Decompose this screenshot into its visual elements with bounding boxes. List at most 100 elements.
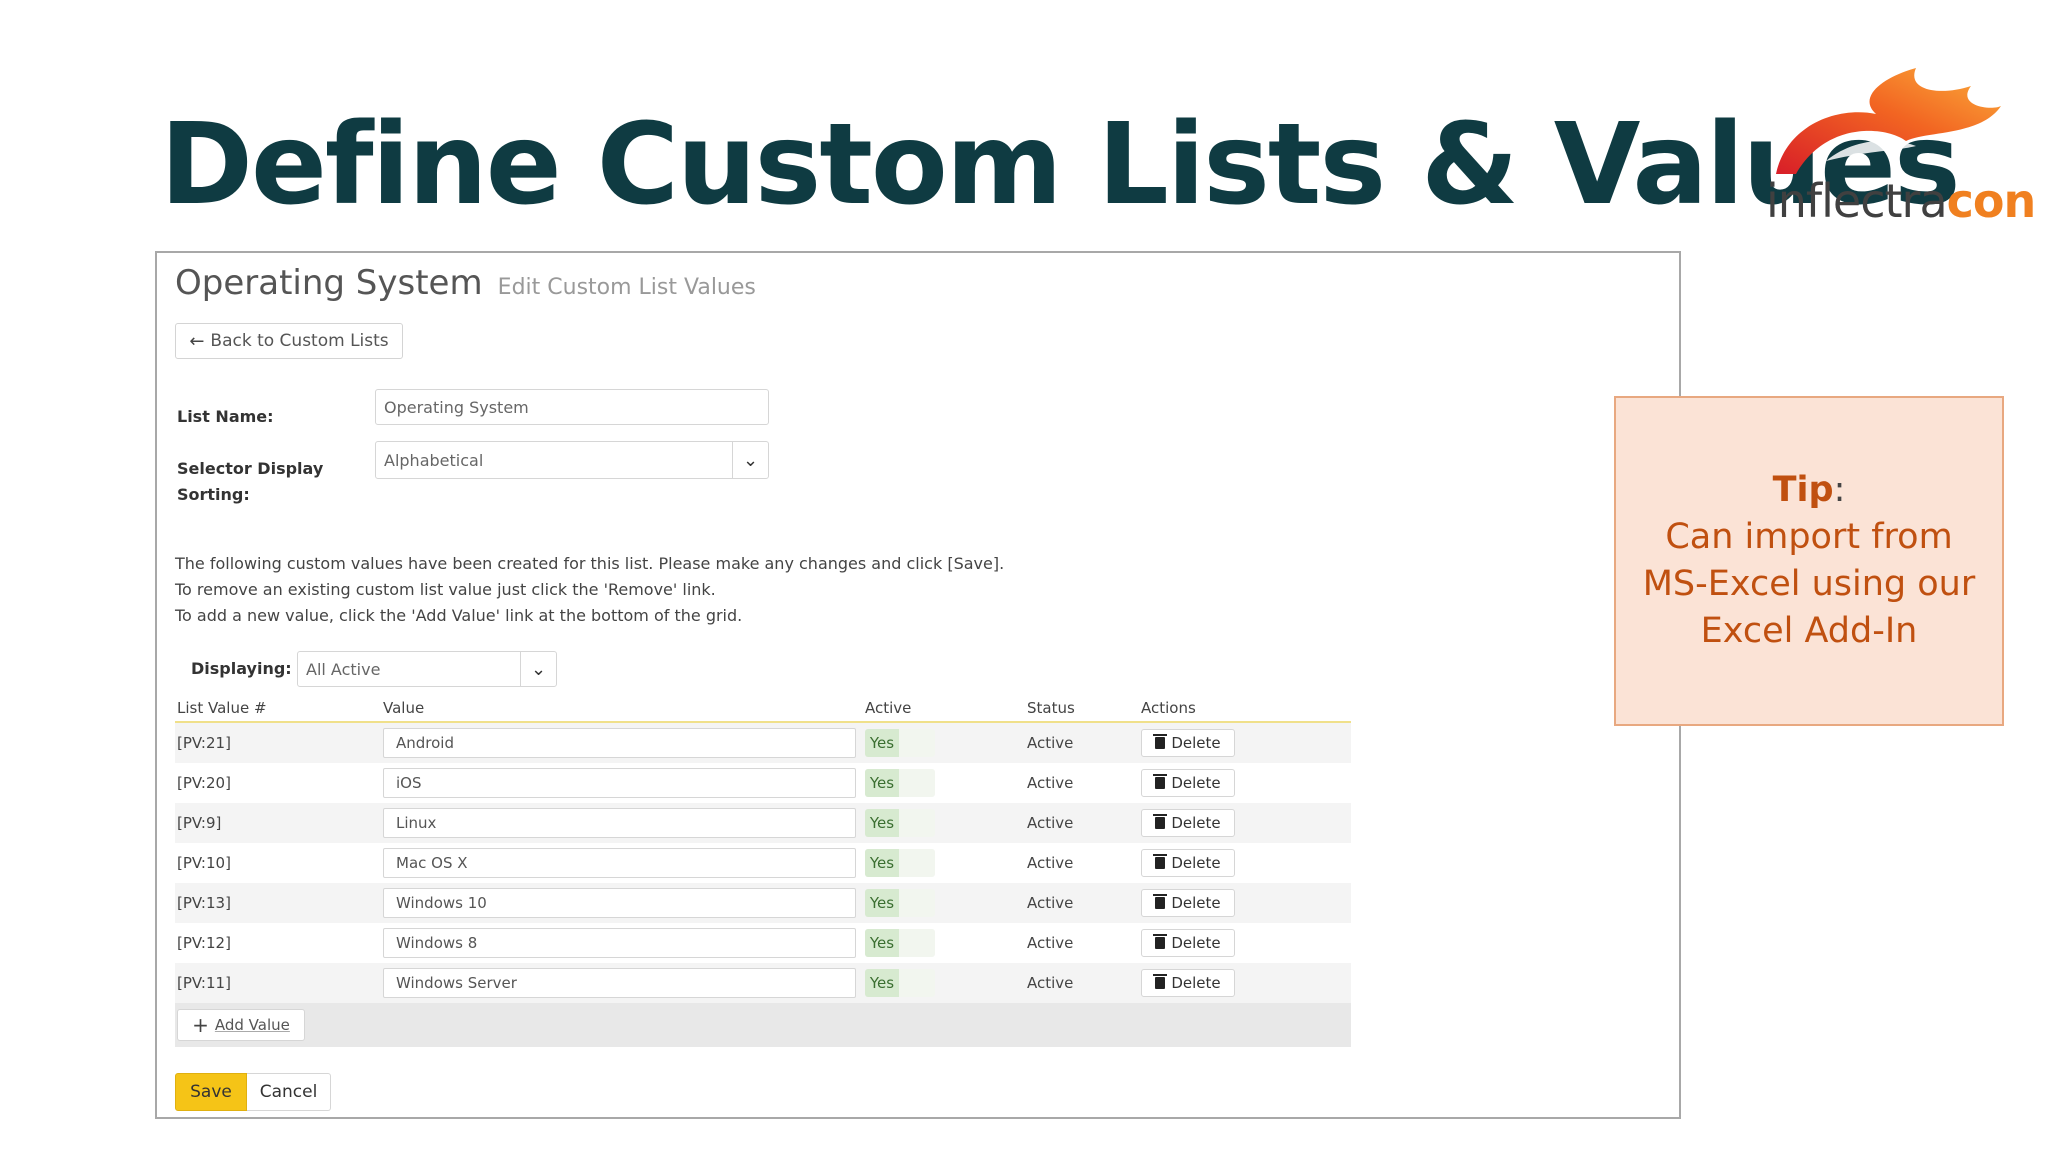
active-toggle[interactable]: Yes xyxy=(865,769,935,797)
cancel-button[interactable]: Cancel xyxy=(247,1073,331,1111)
flame-logo-icon xyxy=(1776,68,2001,174)
value-input[interactable]: iOS xyxy=(383,768,856,798)
list-value-id: [PV:9] xyxy=(177,814,222,832)
trash-icon xyxy=(1153,774,1168,789)
slide-title: Define Custom Lists & Values xyxy=(160,100,1961,230)
active-toggle-label: Yes xyxy=(865,969,899,997)
chevron-down-icon: ⌄ xyxy=(732,442,768,478)
chevron-down-icon: ⌄ xyxy=(520,652,556,686)
logo-text: inflectracon xyxy=(1766,174,2037,228)
active-toggle-label: Yes xyxy=(865,929,899,957)
table-row: [PV:11] Windows Server Yes Active Delete xyxy=(175,963,1351,1003)
active-toggle-label: Yes xyxy=(865,769,899,797)
table-row: [PV:21] Android Yes Active Delete xyxy=(175,723,1351,763)
logo-text-part2: con xyxy=(1946,174,2037,228)
delete-button-label: Delete xyxy=(1171,734,1221,752)
page-subtitle: Edit Custom List Values xyxy=(497,275,756,300)
trash-icon xyxy=(1153,814,1168,829)
custom-values-grid: List Value # Value Active Status Actions… xyxy=(175,697,1351,1047)
delete-button-label: Delete xyxy=(1171,854,1221,872)
app-screenshot-panel: Operating System Edit Custom List Values… xyxy=(155,251,1681,1119)
instruction-line: The following custom values have been cr… xyxy=(175,554,1005,573)
trash-icon xyxy=(1153,854,1168,869)
value-input[interactable]: Linux xyxy=(383,808,856,838)
back-to-custom-lists-button[interactable]: ← Back to Custom Lists xyxy=(175,323,403,359)
status-text: Active xyxy=(1027,974,1074,992)
delete-button[interactable]: Delete xyxy=(1141,889,1235,917)
table-row: [PV:9] Linux Yes Active Delete xyxy=(175,803,1351,843)
active-toggle-label: Yes xyxy=(865,849,899,877)
sorting-label-line2: Sorting: xyxy=(177,485,250,504)
displaying-select[interactable]: All Active ⌄ xyxy=(297,651,557,687)
active-toggle[interactable]: Yes xyxy=(865,849,935,877)
active-toggle[interactable]: Yes xyxy=(865,889,935,917)
page-title: Operating System xyxy=(175,263,483,303)
column-header: Status xyxy=(1027,699,1075,717)
status-text: Active xyxy=(1027,934,1074,952)
active-toggle-label: Yes xyxy=(865,809,899,837)
instructions: The following custom values have been cr… xyxy=(175,551,1004,629)
table-row: [PV:12] Windows 8 Yes Active Delete xyxy=(175,923,1351,963)
table-row: [PV:10] Mac OS X Yes Active Delete xyxy=(175,843,1351,883)
trash-icon xyxy=(1153,734,1168,749)
displaying-label: Displaying: xyxy=(191,659,292,678)
add-value-button[interactable]: + Add Value xyxy=(177,1009,305,1041)
table-row: [PV:13] Windows 10 Yes Active Delete xyxy=(175,883,1351,923)
column-header: List Value # xyxy=(177,699,267,717)
status-text: Active xyxy=(1027,774,1074,792)
sorting-select[interactable]: Alphabetical ⌄ xyxy=(375,441,769,479)
grid-header: List Value # Value Active Status Actions xyxy=(175,697,1351,723)
value-input[interactable]: Mac OS X xyxy=(383,848,856,878)
active-toggle[interactable]: Yes xyxy=(865,929,935,957)
list-value-id: [PV:20] xyxy=(177,774,231,792)
sorting-label-line1: Selector Display xyxy=(177,459,324,478)
active-toggle[interactable]: Yes xyxy=(865,969,935,997)
status-text: Active xyxy=(1027,894,1074,912)
sorting-select-value: Alphabetical xyxy=(384,450,484,470)
grid-footer: + Add Value xyxy=(175,1003,1351,1047)
active-toggle[interactable]: Yes xyxy=(865,809,935,837)
save-button[interactable]: Save xyxy=(175,1073,247,1111)
tip-title: Tip: xyxy=(1773,467,1846,514)
delete-button-label: Delete xyxy=(1171,934,1221,952)
value-input[interactable]: Android xyxy=(383,728,856,758)
delete-button-label: Delete xyxy=(1171,814,1221,832)
instruction-line: To add a new value, click the 'Add Value… xyxy=(175,606,743,625)
trash-icon xyxy=(1153,974,1168,989)
tip-colon: : xyxy=(1833,470,1846,510)
instruction-line: To remove an existing custom list value … xyxy=(175,580,716,599)
value-input[interactable]: Windows 8 xyxy=(383,928,856,958)
arrow-left-icon: ← xyxy=(189,330,205,352)
list-value-id: [PV:13] xyxy=(177,894,231,912)
delete-button[interactable]: Delete xyxy=(1141,769,1235,797)
list-name-input[interactable]: Operating System xyxy=(375,389,769,425)
list-value-id: [PV:11] xyxy=(177,974,231,992)
column-header: Active xyxy=(865,699,912,717)
value-input[interactable]: Windows 10 xyxy=(383,888,856,918)
active-toggle-label: Yes xyxy=(865,889,899,917)
tip-line: Excel Add-In xyxy=(1700,611,1918,651)
status-text: Active xyxy=(1027,854,1074,872)
trash-icon xyxy=(1153,934,1168,949)
value-input[interactable]: Windows Server xyxy=(383,968,856,998)
delete-button[interactable]: Delete xyxy=(1141,929,1235,957)
tip-line: Can import from xyxy=(1665,517,1953,557)
add-value-label: Add Value xyxy=(214,1016,290,1034)
delete-button[interactable]: Delete xyxy=(1141,809,1235,837)
inflectracon-logo: inflectracon xyxy=(1766,66,2036,236)
displaying-select-value: All Active xyxy=(306,659,381,679)
delete-button-label: Delete xyxy=(1171,974,1221,992)
delete-button[interactable]: Delete xyxy=(1141,969,1235,997)
status-text: Active xyxy=(1027,734,1074,752)
list-name-label: List Name: xyxy=(177,407,274,426)
active-toggle-label: Yes xyxy=(865,729,899,757)
table-row: [PV:20] iOS Yes Active Delete xyxy=(175,763,1351,803)
delete-button[interactable]: Delete xyxy=(1141,849,1235,877)
plus-icon: + xyxy=(192,1013,209,1037)
logo-text-part1: inflectra xyxy=(1766,174,1948,228)
list-value-id: [PV:10] xyxy=(177,854,231,872)
active-toggle[interactable]: Yes xyxy=(865,729,935,757)
delete-button-label: Delete xyxy=(1171,774,1221,792)
tip-callout: Tip: Can import from MS-Excel using our … xyxy=(1614,396,2004,726)
delete-button[interactable]: Delete xyxy=(1141,729,1235,757)
